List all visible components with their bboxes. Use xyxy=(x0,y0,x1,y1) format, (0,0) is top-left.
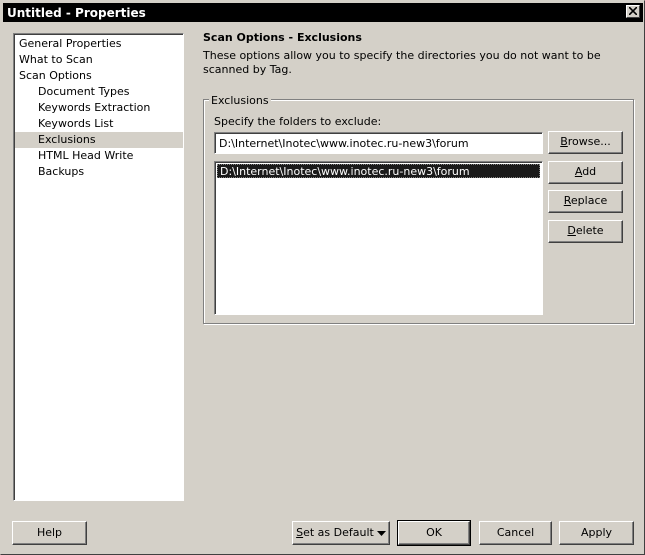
folders-label: Specify the folders to exclude: xyxy=(214,115,382,128)
delete-button-hotkey: D xyxy=(567,224,576,237)
delete-button[interactable]: Delete xyxy=(548,220,623,243)
tree-item-exclusions[interactable]: Exclusions xyxy=(15,132,183,148)
ok-button[interactable]: OK xyxy=(397,520,471,546)
options-tree[interactable]: General Properties What to Scan Scan Opt… xyxy=(13,33,184,501)
apply-button[interactable]: Apply xyxy=(559,521,634,545)
tree-item-html-head-write[interactable]: HTML Head Write xyxy=(38,148,133,164)
close-button[interactable] xyxy=(626,5,640,18)
window-title: Untitled - Properties xyxy=(7,6,146,20)
add-button[interactable]: Add xyxy=(548,161,623,184)
tree-item-general-properties[interactable]: General Properties xyxy=(19,36,121,52)
replace-button-hotkey: R xyxy=(563,194,571,207)
replace-button-label: eplace xyxy=(570,194,608,207)
tree-item-scan-options[interactable]: Scan Options xyxy=(19,68,92,84)
close-icon xyxy=(629,7,637,15)
add-button-label: dd xyxy=(582,165,597,178)
tree-item-what-to-scan[interactable]: What to Scan xyxy=(19,52,93,68)
tree-item-keywords-extraction[interactable]: Keywords Extraction xyxy=(38,100,150,116)
help-button[interactable]: Help xyxy=(12,521,87,545)
tree-item-backups[interactable]: Backups xyxy=(38,164,84,180)
set-as-default-button[interactable]: Set as Default xyxy=(292,521,390,545)
tree-item-keywords-list[interactable]: Keywords List xyxy=(38,116,113,132)
folder-path-input[interactable] xyxy=(214,132,543,154)
tree-item-document-types[interactable]: Document Types xyxy=(38,84,129,100)
delete-button-label: elete xyxy=(575,224,604,237)
list-item[interactable]: D:\Internet\Inotec\www.inotec.ru-new3\fo… xyxy=(217,164,540,178)
dropdown-arrow-icon xyxy=(376,530,386,536)
set-as-default-label: et as Default xyxy=(303,526,374,539)
properties-window: Untitled - Properties General Properties… xyxy=(0,0,645,555)
excluded-folders-list[interactable]: D:\Internet\Inotec\www.inotec.ru-new3\fo… xyxy=(214,161,543,315)
groupbox-label: Exclusions xyxy=(209,94,271,107)
browse-button-label: rowse... xyxy=(567,135,611,148)
replace-button[interactable]: Replace xyxy=(548,190,623,213)
tree-item-exclusions-label: Exclusions xyxy=(38,133,96,146)
section-description: These options allow you to specify the d… xyxy=(203,49,601,76)
cancel-button[interactable]: Cancel xyxy=(479,521,552,545)
browse-button[interactable]: Browse... xyxy=(548,131,623,154)
section-title: Scan Options - Exclusions xyxy=(203,31,362,44)
title-bar[interactable]: Untitled - Properties xyxy=(3,3,643,22)
browse-button-hotkey: B xyxy=(560,135,568,148)
